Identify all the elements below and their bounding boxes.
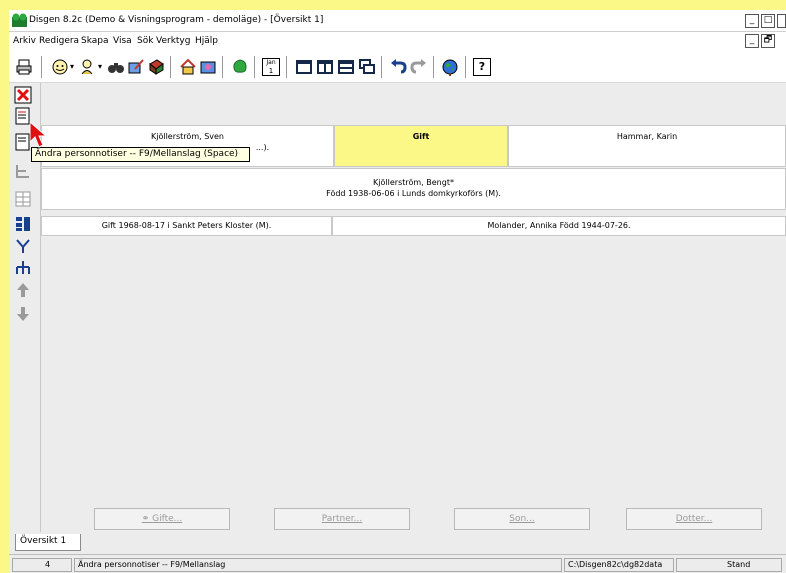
delete-icon[interactable] xyxy=(14,86,32,104)
mother-name: Hammar, Karin xyxy=(616,132,678,141)
person-name: Kjöllerström, Bengt* xyxy=(373,178,454,187)
person-box[interactable]: Kjöllerström, Bengt* Född 1938-06-06 i L… xyxy=(41,168,786,210)
binoculars-icon[interactable] xyxy=(107,58,125,76)
menu-redigera[interactable]: Redigera xyxy=(39,36,79,46)
book-icon[interactable] xyxy=(147,58,165,76)
status-bar: 4 Ändra personnotiser -- F9/Mellanslag C… xyxy=(9,554,786,573)
status-message: Ändra personnotiser -- F9/Mellanslag xyxy=(74,558,562,572)
spouse-box[interactable]: Molander, Annika Född 1944-07-26. xyxy=(332,216,786,236)
close-button[interactable] xyxy=(777,14,786,28)
status-count: 4 xyxy=(12,558,72,572)
ancestor-list-icon[interactable] xyxy=(14,215,32,233)
partner-button[interactable]: Partner... xyxy=(274,508,410,530)
gifte-label: Gifte... xyxy=(152,514,183,524)
find-person-icon[interactable] xyxy=(79,58,97,76)
status-data-path: C:\Disgen82c\dg82data xyxy=(564,558,674,572)
home-icon[interactable] xyxy=(179,58,197,76)
calendar-month: Jan xyxy=(266,59,276,66)
toolbar: ▾ ▾ Jan 1 ? xyxy=(9,50,786,83)
dropdown-arrow-icon[interactable]: ▾ xyxy=(98,62,102,71)
family-icon[interactable] xyxy=(199,58,217,76)
father-name: Kjöllerström, Sven xyxy=(150,132,224,141)
document-tab-bar: Översikt 1 xyxy=(9,532,786,554)
title-bar: Disgen 8.2c (Demo & Visningsprogram - de… xyxy=(9,10,786,32)
grid-report-icon[interactable] xyxy=(14,190,32,208)
toolbar-separator xyxy=(222,56,223,78)
menu-hjalp[interactable]: Hjälp xyxy=(195,36,218,46)
mouse-cursor-icon xyxy=(29,120,48,148)
rings-icon: ⚭ xyxy=(141,514,153,524)
calendar-icon[interactable]: Jan 1 xyxy=(262,58,280,76)
dotter-button[interactable]: Dotter... xyxy=(626,508,762,530)
disgen-app-icon[interactable] xyxy=(12,13,27,27)
help-icon[interactable]: ? xyxy=(473,58,491,76)
toolbar-separator xyxy=(286,56,287,78)
descendant-tree-icon[interactable] xyxy=(14,162,32,180)
minimize-button[interactable]: _ xyxy=(745,14,759,28)
toolbar-separator xyxy=(381,56,382,78)
spouse-info: Molander, Annika Född 1944-07-26. xyxy=(487,221,631,230)
marriage-event: Gift 1968-08-17 i Sankt Peters Kloster (… xyxy=(101,221,272,230)
mother-box[interactable]: Hammar, Karin xyxy=(508,125,786,167)
calendar-day: 1 xyxy=(268,67,274,75)
undo-icon[interactable] xyxy=(389,58,407,76)
print-icon[interactable] xyxy=(15,58,33,76)
toolbar-separator xyxy=(433,56,434,78)
split-vertical-icon[interactable] xyxy=(316,58,334,76)
maximize-button[interactable]: □ xyxy=(761,14,775,28)
menu-visa[interactable]: Visa xyxy=(113,36,132,46)
status-mode: Stand xyxy=(676,558,782,572)
tree-icon[interactable] xyxy=(231,58,249,76)
tab-oversikt-1[interactable]: Översikt 1 xyxy=(15,534,81,551)
marriage-status-box[interactable]: Gift xyxy=(334,125,508,167)
menu-arkiv[interactable]: Arkiv xyxy=(13,36,36,46)
mdi-restore-button[interactable]: 🗗 xyxy=(761,34,775,48)
person-born: Född 1938-06-06 i Lunds domkyrkoförs (M)… xyxy=(326,189,501,198)
marriage-event-box[interactable]: Gift 1968-08-17 i Sankt Peters Kloster (… xyxy=(41,216,332,236)
cascade-windows-icon[interactable] xyxy=(358,58,376,76)
menu-bar: Arkiv Redigera Skapa Visa Sök Verktyg Hj… xyxy=(9,32,786,50)
globe-icon[interactable] xyxy=(441,58,459,76)
person-face-icon[interactable] xyxy=(51,58,69,76)
tooltip: Ändra personnotiser -- F9/Mellanslag (Sp… xyxy=(31,147,250,162)
menu-skapa[interactable]: Skapa xyxy=(81,36,109,46)
son-button[interactable]: Son... xyxy=(454,508,590,530)
gifte-button[interactable]: ⚭ Gifte... xyxy=(94,508,230,530)
marriage-status: Gift xyxy=(412,132,430,141)
toolbar-separator xyxy=(41,56,42,78)
edit-notes-icon[interactable] xyxy=(127,58,145,76)
move-up-icon[interactable] xyxy=(14,281,32,299)
split-horizontal-icon[interactable] xyxy=(337,58,355,76)
menu-verktyg[interactable]: Verktyg xyxy=(156,36,190,46)
toolbar-separator xyxy=(465,56,466,78)
family-tree-icon[interactable] xyxy=(14,259,32,277)
pedigree-icon[interactable] xyxy=(14,237,32,255)
menu-sok[interactable]: Sök xyxy=(137,36,153,46)
move-down-icon[interactable] xyxy=(14,305,32,323)
toolbar-separator xyxy=(170,56,171,78)
single-view-icon[interactable] xyxy=(295,58,313,76)
toolbar-separator xyxy=(254,56,255,78)
redo-icon[interactable] xyxy=(410,58,428,76)
mdi-minimize-button[interactable]: _ xyxy=(745,34,759,48)
window-title: Disgen 8.2c (Demo & Visningsprogram - de… xyxy=(29,15,324,25)
dropdown-arrow-icon[interactable]: ▾ xyxy=(70,62,74,71)
